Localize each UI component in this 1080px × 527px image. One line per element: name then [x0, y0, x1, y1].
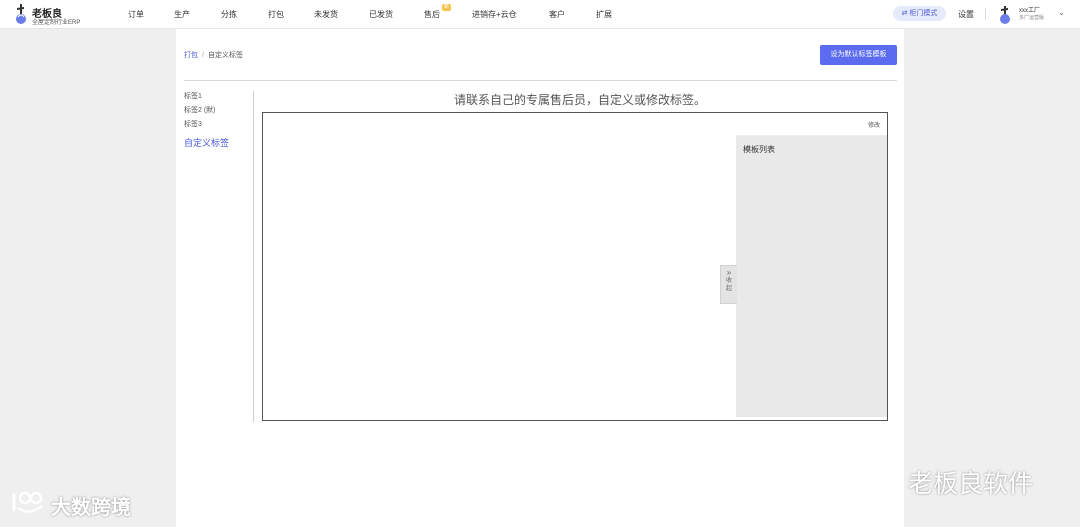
nav-item-sorting[interactable]: 分拣 [221, 9, 237, 20]
breadcrumb: 打包 / 自定义标签 [184, 50, 243, 60]
set-default-label-template-button[interactable]: 设为默认标签模板 [820, 45, 897, 65]
header-divider [985, 8, 986, 20]
new-badge: 新 [442, 4, 452, 11]
label-list-divider [253, 91, 254, 422]
breadcrumb-current: 自定义标签 [207, 52, 243, 59]
label-editor-frame: 修改 模板列表 » 收起 [262, 112, 888, 421]
label-item-2-default[interactable]: 标签2 (默) [184, 105, 216, 115]
nav-item-after-sales[interactable]: 售后 [424, 9, 440, 20]
breadcrumb-separator: / [202, 52, 204, 59]
brand-logo-icon [16, 4, 26, 24]
settings-link[interactable]: 设置 [958, 9, 974, 20]
nav-item-customers[interactable]: 客户 [549, 9, 565, 20]
double-chevron-right-icon: » [726, 268, 732, 277]
section-divider [184, 80, 897, 81]
user-avatar-icon[interactable] [998, 5, 1012, 25]
nav-item-unshipped[interactable]: 未发货 [314, 9, 338, 20]
watermark-logo-icon [12, 491, 43, 513]
contact-notice: 请联系自己的专属售后员，自定义或修改标签。 [453, 93, 706, 107]
nav-item-extensions[interactable]: 扩展 [596, 9, 612, 20]
label-item-1[interactable]: 标签1 [184, 91, 202, 101]
nav-item-packing[interactable]: 打包 [268, 9, 284, 20]
watermark-left-text: 大数跨境 [51, 497, 131, 519]
label-item-3[interactable]: 标签3 [184, 119, 202, 129]
main-panel: 打包 / 自定义标签 设为默认标签模板 标签1 标签2 (默) 标签3 自定义标签 … [176, 29, 904, 527]
user-role: 多厂运营版 [1019, 15, 1045, 21]
user-name[interactable]: xxx工厂 [1019, 5, 1040, 14]
breadcrumb-packing-link[interactable]: 打包 [184, 52, 198, 59]
brand-subtitle: 全屋定制行业ERP [32, 20, 81, 26]
nav-item-orders[interactable]: 订单 [128, 9, 144, 20]
nav-item-production[interactable]: 生产 [174, 9, 190, 20]
custom-label-item[interactable]: 自定义标签 [184, 136, 229, 149]
top-navigation-bar: 老板良 全屋定制行业ERP 订单 生产 分拣 打包 未发货 已发货 售后 新 进… [0, 0, 1080, 29]
template-side-panel: 修改 模板列表 [736, 113, 887, 420]
side-panel-header: 修改 [736, 113, 887, 136]
template-list: 模板列表 [736, 136, 887, 417]
collapse-panel-button[interactable]: » 收起 [720, 265, 737, 304]
collapse-label: 收起 [725, 278, 732, 292]
nav-item-inventory-cloud[interactable]: 进销存+云仓 [472, 9, 517, 20]
cabinet-door-mode-button[interactable]: ⇄ 柜门模式 [893, 6, 946, 21]
chevron-down-icon[interactable]: ⌄ [1058, 8, 1065, 17]
wechat-icon [863, 466, 903, 494]
watermark-right-text: 老板良软件 [908, 470, 1034, 498]
template-list-title: 模板列表 [743, 145, 775, 154]
edit-button[interactable]: 修改 [868, 120, 880, 129]
nav-item-shipped[interactable]: 已发货 [369, 9, 393, 20]
